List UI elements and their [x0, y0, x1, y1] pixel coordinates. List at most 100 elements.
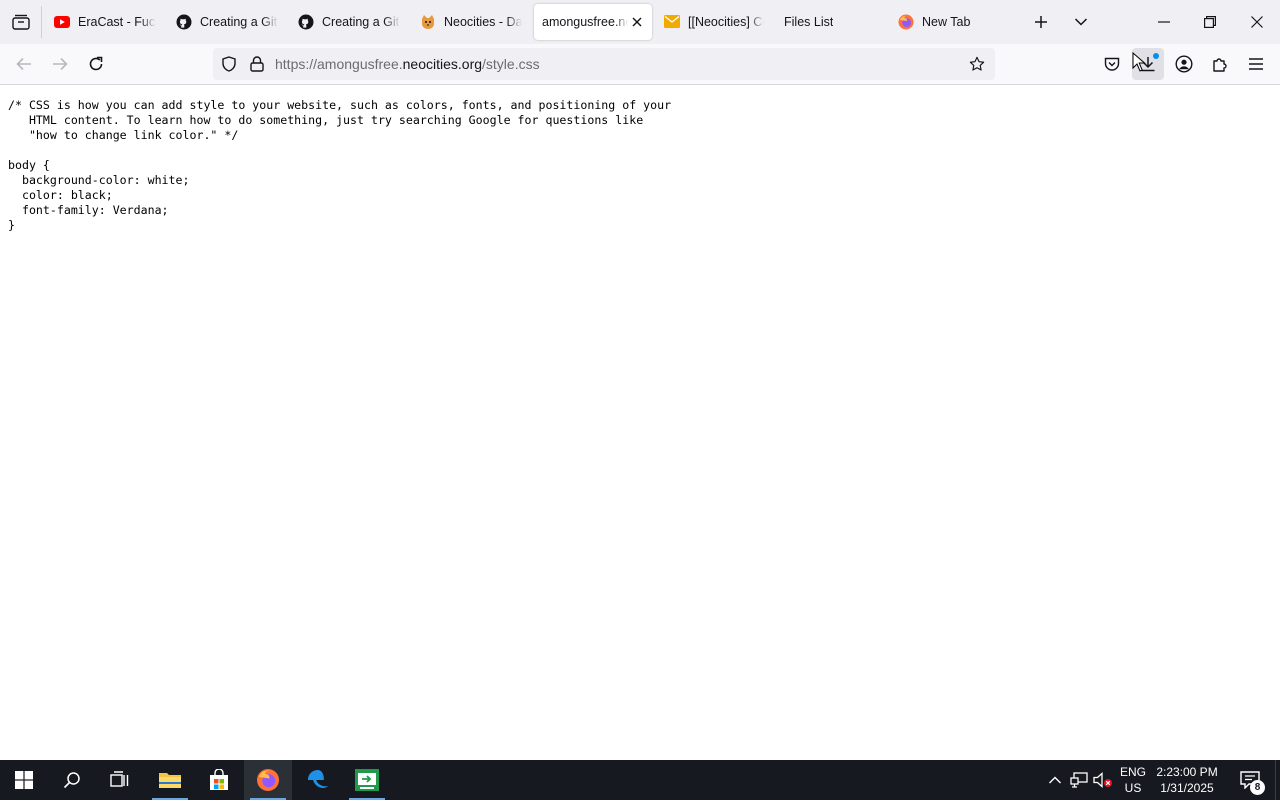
close-window-button[interactable]: [1234, 0, 1280, 44]
show-hidden-icons-chevron-up-icon[interactable]: [1045, 770, 1065, 790]
list-all-tabs-button[interactable]: [1059, 0, 1103, 44]
app-menu-button[interactable]: [1240, 48, 1272, 80]
plus-icon: [1035, 16, 1047, 28]
forward-arrow-icon: [53, 57, 68, 71]
code-line: font-family: Verdana;: [8, 203, 169, 217]
tab-creating-github-1[interactable]: Creating a GitH: [166, 0, 288, 44]
chevron-down-icon: [1074, 18, 1088, 26]
puzzle-piece-icon: [1213, 58, 1227, 72]
search-icon: [63, 772, 80, 789]
action-center-button[interactable]: 8: [1232, 760, 1268, 800]
pocket-button[interactable]: [1096, 48, 1128, 80]
microsoft-store-taskbar-button[interactable]: [195, 760, 243, 800]
close-icon: [1251, 16, 1263, 28]
taskbar-search-button[interactable]: [48, 760, 96, 800]
volume-muted-icon[interactable]: [1093, 770, 1113, 790]
navigation-toolbar: https://amongusfree.neocities.org/style.…: [0, 44, 1280, 85]
extensions-button[interactable]: [1204, 48, 1236, 80]
keyboard-layout: US: [1124, 781, 1142, 795]
css-source-text: /* CSS is how you can add style to your …: [8, 98, 671, 233]
code-line: }: [8, 218, 15, 232]
remote-desktop-icon: [355, 769, 379, 791]
tab-title: amongusfree.ne: [542, 15, 628, 29]
code-line: "how to change link color." */: [8, 128, 239, 142]
code-line: body {: [8, 158, 50, 172]
file-explorer-taskbar-button[interactable]: [146, 760, 194, 800]
tab-list: EraCast - Fucky Creating a GitH Creating…: [44, 0, 1018, 44]
reload-button[interactable]: [80, 48, 112, 80]
clock-date: 1/31/2025: [1160, 781, 1214, 795]
notification-count-badge: 8: [1250, 780, 1265, 795]
mouse-cursor-icon: [1132, 52, 1146, 72]
tab-eracast[interactable]: EraCast - Fucky: [44, 0, 166, 44]
show-desktop-button[interactable]: [1275, 760, 1280, 800]
back-arrow-icon: [16, 57, 31, 71]
firefox-view-icon: [12, 14, 30, 30]
store-bag-icon: [210, 769, 228, 790]
language-code: ENG: [1119, 765, 1146, 779]
mail-icon: [664, 14, 680, 30]
tab-new-tab[interactable]: New Tab: [896, 0, 1018, 44]
clock-time: 2:23:00 PM: [1156, 765, 1218, 779]
code-line: background-color: white;: [8, 173, 190, 187]
hamburger-menu-icon: [1249, 58, 1263, 70]
tracking-protection-shield-icon[interactable]: [221, 56, 237, 72]
network-icon[interactable]: [1069, 770, 1089, 790]
account-button[interactable]: [1168, 48, 1200, 80]
new-tab-button[interactable]: [1019, 0, 1063, 44]
account-icon: [1175, 55, 1193, 73]
url-prefix: https://amongusfree.: [275, 56, 403, 72]
firefox-taskbar-button[interactable]: [244, 760, 292, 800]
remote-app-taskbar-button[interactable]: [343, 760, 391, 800]
windows-taskbar: ENG US 2:23:00 PM 1/31/2025 8: [0, 760, 1280, 800]
github-icon: [298, 14, 314, 30]
firefox-icon: [257, 769, 279, 791]
restore-icon: [1204, 16, 1216, 28]
input-language-indicator[interactable]: ENG US: [1116, 764, 1150, 796]
task-view-button[interactable]: [96, 760, 144, 800]
firefox-icon: [898, 14, 914, 30]
tab-neocities-dashboard[interactable]: Neocities - Das: [410, 0, 532, 44]
github-icon: [176, 14, 192, 30]
bookmark-star-icon[interactable]: [969, 56, 985, 72]
task-view-icon: [110, 771, 129, 787]
taskbar-clock[interactable]: 2:23:00 PM 1/31/2025: [1152, 764, 1222, 796]
youtube-icon: [54, 14, 70, 30]
lock-icon[interactable]: [249, 56, 265, 72]
restore-button[interactable]: [1187, 0, 1233, 44]
tab-creating-github-2[interactable]: Creating a GitH: [288, 0, 410, 44]
tab-amongusfree-active[interactable]: amongusfree.ne: [534, 4, 652, 40]
tab-title: Creating a GitH: [200, 15, 278, 29]
url-text[interactable]: https://amongusfree.neocities.org/style.…: [275, 48, 540, 80]
code-line: /* CSS is how you can add style to your …: [8, 98, 672, 112]
tab-files-list[interactable]: Files List: [774, 0, 896, 44]
page-content: /* CSS is how you can add style to your …: [0, 86, 1280, 760]
download-indicator-dot: [1153, 53, 1159, 59]
minimize-icon: [1158, 21, 1170, 23]
tab-strip: EraCast - Fucky Creating a GitH Creating…: [0, 0, 1280, 44]
start-button[interactable]: [0, 760, 48, 800]
neocities-cat-icon: [420, 14, 436, 30]
back-button[interactable]: [8, 48, 40, 80]
url-host: neocities.org: [402, 56, 483, 72]
address-bar[interactable]: https://amongusfree.neocities.org/style.…: [213, 48, 995, 80]
tab-title: EraCast - Fucky: [78, 15, 156, 29]
code-line: color: black;: [8, 188, 113, 202]
forward-button[interactable]: [44, 48, 76, 80]
pocket-icon: [1104, 57, 1120, 71]
url-path: /style.css: [482, 56, 540, 72]
tab-title: Creating a GitH: [322, 15, 400, 29]
firefox-view-button[interactable]: [0, 0, 42, 44]
edge-taskbar-button[interactable]: [294, 760, 342, 800]
tab-neocities-mail[interactable]: [[Neocities] Co: [652, 0, 774, 44]
code-line: HTML content. To learn how to do somethi…: [8, 113, 644, 127]
windows-logo-icon: [15, 771, 33, 789]
tab-title: [[Neocities] Co: [688, 15, 764, 29]
tab-title: Files List: [784, 15, 834, 29]
tab-title: New Tab: [922, 15, 971, 29]
folder-icon: [159, 773, 181, 788]
minimize-button[interactable]: [1141, 0, 1187, 44]
close-tab-icon[interactable]: [630, 15, 644, 29]
tab-title: Neocities - Das: [444, 15, 522, 29]
